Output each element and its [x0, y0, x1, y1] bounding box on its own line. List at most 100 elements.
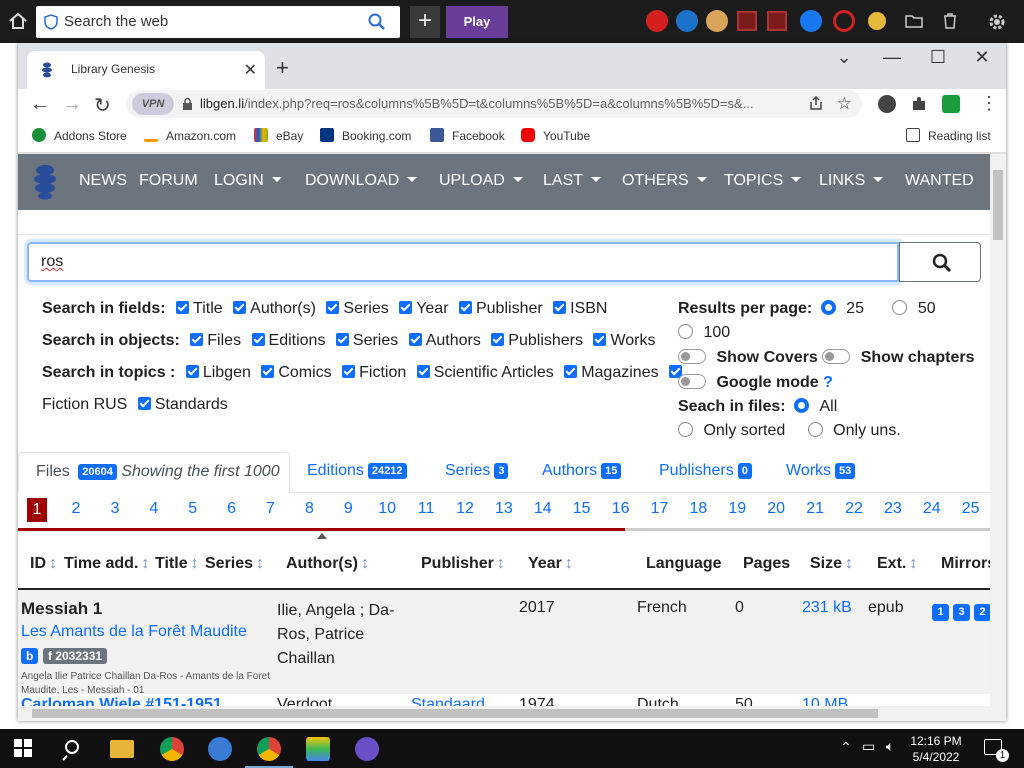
movie-app-icon[interactable]: [767, 11, 787, 31]
checkbox-publisher[interactable]: [458, 301, 472, 314]
show-chapters-toggle[interactable]: [822, 349, 851, 364]
page-link-9[interactable]: 9: [336, 500, 360, 518]
radio-only-unsorted[interactable]: [807, 422, 823, 437]
shield-check-extension-icon[interactable]: [942, 95, 960, 113]
page-link-6[interactable]: 6: [220, 500, 244, 518]
tab-publishers[interactable]: Publishers 0: [659, 462, 752, 480]
bookmark-addons-store[interactable]: Addons Store: [32, 128, 127, 143]
close-window-icon[interactable]: ✕: [962, 47, 1002, 68]
tab-authors[interactable]: Authors 15: [542, 462, 622, 480]
nav-topics[interactable]: TOPICS: [724, 172, 802, 190]
search-icon[interactable]: [62, 737, 86, 761]
page-link-21[interactable]: 21: [803, 500, 827, 518]
search-button[interactable]: [899, 242, 981, 282]
nav-login[interactable]: LOGIN: [214, 172, 282, 190]
vertical-scrollbar-thumb[interactable]: [993, 170, 1003, 240]
bookmark-star-icon[interactable]: ☆: [837, 94, 852, 114]
search-icon[interactable]: [368, 13, 386, 31]
page-link-10[interactable]: 10: [375, 500, 399, 518]
col-year[interactable]: Year ↕: [528, 555, 573, 573]
page-link-17[interactable]: 17: [648, 500, 672, 518]
weather-app-icon[interactable]: [868, 12, 886, 30]
page-link-7[interactable]: 7: [259, 500, 283, 518]
page-link-8[interactable]: 8: [297, 500, 321, 518]
url-text[interactable]: libgen.li/index.php?req=ros&columns%5B%5…: [200, 96, 800, 111]
youtube-app-icon[interactable]: [646, 10, 668, 32]
walmart-app-icon[interactable]: [676, 10, 698, 32]
bookmark-facebook[interactable]: Facebook: [430, 128, 505, 143]
new-tab-icon[interactable]: +: [276, 55, 289, 81]
bluestacks-icon[interactable]: [306, 737, 330, 761]
windows-start-icon[interactable]: [14, 739, 32, 757]
page-link-11[interactable]: 11: [414, 500, 438, 518]
minimize-icon[interactable]: —: [872, 47, 912, 68]
avatar-app-icon[interactable]: [706, 10, 728, 32]
checkbox-comics[interactable]: [261, 365, 275, 378]
horizontal-scrollbar[interactable]: [18, 706, 990, 721]
show-covers-toggle[interactable]: [678, 349, 706, 364]
checkbox-isbn[interactable]: [553, 301, 567, 314]
back-icon[interactable]: ←: [30, 93, 50, 116]
checkbox-series[interactable]: [326, 301, 340, 314]
system-clock[interactable]: 12:16 PM 5/4/2022: [908, 733, 964, 765]
checkbox-magazines[interactable]: [564, 365, 578, 378]
google-mode-toggle[interactable]: [678, 374, 706, 389]
horizontal-scrollbar-thumb[interactable]: [32, 709, 878, 718]
bookmark-youtube[interactable]: YouTube: [521, 128, 590, 143]
checkbox-libgen[interactable]: [185, 365, 199, 378]
page-link-14[interactable]: 14: [531, 500, 555, 518]
col-title[interactable]: Title ↕: [155, 555, 199, 573]
page-link-13[interactable]: 13: [492, 500, 516, 518]
extensions-puzzle-icon[interactable]: [910, 95, 928, 113]
folder-icon[interactable]: [904, 11, 924, 31]
nav-last[interactable]: LAST: [543, 172, 602, 190]
checkbox-files[interactable]: [190, 333, 204, 346]
network-icon[interactable]: ▭: [862, 738, 875, 755]
tab-works[interactable]: Works 53: [786, 462, 856, 480]
bookmark-booking[interactable]: Booking.com: [320, 128, 411, 143]
page-link-20[interactable]: 20: [764, 500, 788, 518]
radio-only-sorted[interactable]: [678, 422, 693, 437]
volume-icon[interactable]: 🔈︎: [886, 738, 894, 755]
checkbox-editions[interactable]: [251, 333, 265, 346]
bug-app-icon[interactable]: [833, 10, 855, 32]
maximize-icon[interactable]: ☐: [918, 47, 958, 68]
address-bar[interactable]: VPN libgen.li/index.php?req=ros&columns%…: [126, 90, 862, 118]
tab-search-chevron-icon[interactable]: ⌄: [824, 47, 864, 68]
col-publisher[interactable]: Publisher ↕: [421, 555, 505, 573]
nav-forum[interactable]: FORUM: [139, 172, 198, 190]
share-icon[interactable]: [808, 95, 824, 111]
checkbox-standards[interactable]: [137, 397, 151, 410]
col-ext[interactable]: Ext. ↕: [877, 555, 917, 573]
page-link-2[interactable]: 2: [64, 500, 88, 518]
home-icon[interactable]: [8, 11, 28, 31]
row-size-link[interactable]: 231 kB: [802, 599, 852, 617]
page-link-12[interactable]: 12: [453, 500, 477, 518]
nav-others[interactable]: OTHERS: [622, 172, 707, 190]
play-button[interactable]: Play: [446, 6, 508, 38]
row-series[interactable]: Carloman Wiele #151-1951: [21, 696, 222, 706]
page-link-22[interactable]: 22: [842, 500, 866, 518]
vpn-badge[interactable]: VPN: [132, 93, 174, 115]
checkbox-title[interactable]: [176, 301, 190, 314]
mirror-1-button[interactable]: 1: [932, 604, 949, 621]
nav-upload[interactable]: UPLOAD: [439, 172, 523, 190]
nav-wanted[interactable]: WANTED: [905, 172, 974, 190]
row-badge-file[interactable]: f 2032331: [43, 648, 108, 664]
nav-news[interactable]: NEWS: [79, 172, 127, 190]
search-input[interactable]: ros: [27, 242, 899, 282]
row-badge-b[interactable]: b: [21, 648, 39, 664]
page-link-15[interactable]: 15: [570, 500, 594, 518]
radio-25[interactable]: [820, 300, 836, 315]
tab-files[interactable]: Files 20604 Showing the first 1000: [18, 452, 290, 493]
page-link-19[interactable]: 19: [725, 500, 749, 518]
chevron-up-icon[interactable]: ⌃: [840, 739, 852, 756]
page-link-25[interactable]: 25: [959, 500, 983, 518]
checkbox-obj-authors[interactable]: [408, 333, 422, 346]
checkbox-fiction[interactable]: [342, 365, 356, 378]
google-mode-help-link[interactable]: ?: [823, 374, 833, 391]
checkbox-year[interactable]: [399, 301, 413, 314]
checkbox-obj-series[interactable]: [335, 333, 349, 346]
page-link-3[interactable]: 3: [103, 500, 127, 518]
adguard-extension-icon[interactable]: [878, 95, 896, 113]
